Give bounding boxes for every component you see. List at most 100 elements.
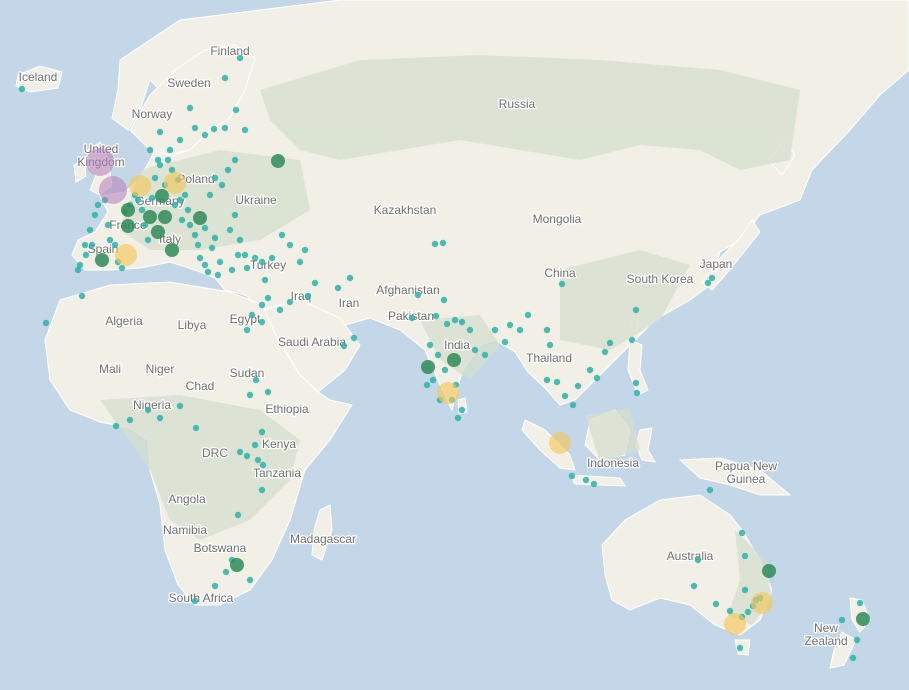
map-marker-small[interactable] (246, 576, 254, 584)
map-marker-small[interactable] (111, 241, 119, 249)
map-marker-small[interactable] (164, 156, 172, 164)
map-marker-small[interactable] (156, 128, 164, 136)
map-marker-small[interactable] (706, 486, 714, 494)
map-marker-small[interactable] (234, 511, 242, 519)
map-marker-small[interactable] (258, 318, 266, 326)
map-marker-small[interactable] (408, 314, 416, 322)
map-marker-small[interactable] (241, 126, 249, 134)
map-marker-small[interactable] (226, 226, 234, 234)
map-marker-small[interactable] (243, 326, 251, 334)
map-marker-small[interactable] (278, 231, 286, 239)
map-marker-small[interactable] (276, 306, 284, 314)
map-marker-small[interactable] (246, 391, 254, 399)
map-marker-small[interactable] (258, 428, 266, 436)
map-marker-small[interactable] (432, 312, 440, 320)
map-marker-medium[interactable] (121, 219, 135, 233)
map-marker-small[interactable] (176, 136, 184, 144)
map-marker-small[interactable] (186, 221, 194, 229)
map-marker-small[interactable] (94, 201, 102, 209)
map-marker-small[interactable] (176, 402, 184, 410)
map-marker-small[interactable] (632, 306, 640, 314)
map-marker-small[interactable] (208, 244, 216, 252)
map-marker-small[interactable] (744, 608, 752, 616)
map-marker-small[interactable] (88, 241, 96, 249)
map-marker-small[interactable] (346, 274, 354, 282)
map-marker-small[interactable] (414, 291, 422, 299)
map-marker-small[interactable] (191, 597, 199, 605)
map-marker-small[interactable] (78, 292, 86, 300)
map-marker-medium[interactable] (856, 612, 870, 626)
map-marker-small[interactable] (18, 85, 26, 93)
map-marker-small[interactable] (726, 607, 734, 615)
map-marker-small[interactable] (712, 600, 720, 608)
map-marker-small[interactable] (112, 422, 120, 430)
map-marker-small[interactable] (543, 376, 551, 384)
map-marker-small[interactable] (466, 326, 474, 334)
map-marker-small[interactable] (632, 379, 640, 387)
map-marker-small[interactable] (204, 268, 212, 276)
map-marker-small[interactable] (708, 274, 716, 282)
map-marker-small[interactable] (458, 318, 466, 326)
map-marker-small[interactable] (426, 341, 434, 349)
map-marker-small[interactable] (104, 221, 112, 229)
map-marker-medium[interactable] (95, 253, 109, 267)
map-marker-large[interactable] (751, 592, 773, 614)
map-marker-medium[interactable] (165, 243, 179, 257)
map-marker-small[interactable] (201, 224, 209, 232)
map-marker-medium[interactable] (230, 558, 244, 572)
map-marker-small[interactable] (248, 311, 256, 319)
map-marker-large[interactable] (437, 382, 459, 404)
map-marker-small[interactable] (86, 226, 94, 234)
map-marker-small[interactable] (146, 146, 154, 154)
map-marker-large[interactable] (115, 244, 137, 266)
map-marker-small[interactable] (196, 254, 204, 262)
map-marker-small[interactable] (186, 104, 194, 112)
map-marker-small[interactable] (216, 258, 224, 266)
map-marker-small[interactable] (126, 416, 134, 424)
map-marker-small[interactable] (236, 236, 244, 244)
map-marker-xlarge[interactable] (86, 148, 114, 176)
map-marker-small[interactable] (211, 234, 219, 242)
map-marker-medium[interactable] (271, 154, 285, 168)
map-marker-small[interactable] (191, 124, 199, 132)
map-marker-small[interactable] (258, 301, 266, 309)
map-marker-small[interactable] (243, 452, 251, 460)
map-marker-small[interactable] (151, 174, 159, 182)
map-marker-small[interactable] (601, 348, 609, 356)
map-marker-small[interactable] (251, 254, 259, 262)
map-marker-small[interactable] (340, 342, 348, 350)
map-marker-small[interactable] (569, 401, 577, 409)
map-marker-small[interactable] (74, 266, 82, 274)
map-marker-small[interactable] (471, 346, 479, 354)
map-marker-small[interactable] (42, 319, 50, 327)
map-marker-small[interactable] (350, 334, 358, 342)
map-canvas[interactable]: IcelandFinlandSwedenNorwayRussiaUnitedKi… (0, 0, 909, 690)
map-marker-small[interactable] (454, 414, 462, 422)
map-marker-small[interactable] (856, 599, 864, 607)
map-marker-small[interactable] (251, 441, 259, 449)
map-marker-small[interactable] (268, 254, 276, 262)
map-marker-small[interactable] (184, 206, 192, 214)
map-marker-small[interactable] (201, 261, 209, 269)
map-marker-medium[interactable] (151, 225, 165, 239)
map-marker-small[interactable] (241, 251, 249, 259)
map-marker-medium[interactable] (143, 210, 157, 224)
map-marker-small[interactable] (210, 125, 218, 133)
map-marker-small[interactable] (222, 568, 230, 576)
map-marker-medium[interactable] (193, 211, 207, 225)
map-marker-small[interactable] (264, 388, 272, 396)
map-marker-small[interactable] (224, 166, 232, 174)
map-marker-small[interactable] (516, 326, 524, 334)
map-marker-small[interactable] (192, 424, 200, 432)
map-marker-small[interactable] (501, 338, 509, 346)
map-marker-medium[interactable] (421, 360, 435, 374)
map-marker-small[interactable] (252, 376, 260, 384)
map-marker-small[interactable] (606, 339, 614, 347)
map-marker-small[interactable] (254, 456, 262, 464)
map-marker-small[interactable] (236, 54, 244, 62)
map-marker-small[interactable] (439, 239, 447, 247)
map-marker-small[interactable] (628, 336, 636, 344)
map-marker-small[interactable] (440, 296, 448, 304)
map-marker-small[interactable] (261, 276, 269, 284)
map-marker-large[interactable] (164, 172, 186, 194)
